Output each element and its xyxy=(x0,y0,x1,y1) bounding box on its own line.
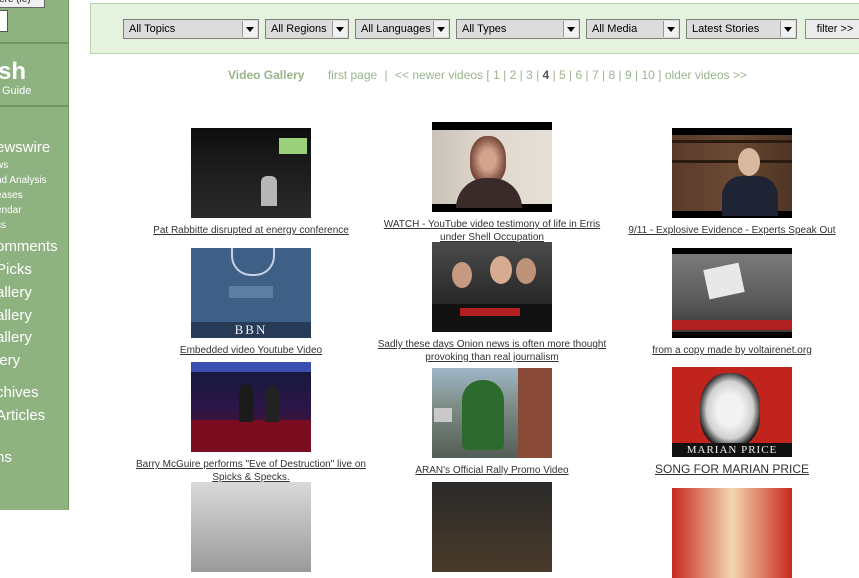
video-thumbnail[interactable] xyxy=(432,482,552,572)
video-item[interactable]: BBN Embedded video Youtube Video xyxy=(131,248,371,357)
video-thumbnail[interactable] xyxy=(191,482,311,572)
sort-select-value: Latest Stories xyxy=(692,23,760,35)
topics-select[interactable]: All Topics xyxy=(123,19,259,39)
video-thumbnail[interactable] xyxy=(432,368,552,458)
pager-close-bracket: ] xyxy=(658,68,662,82)
pagination: Video Gallery first page | << newer vide… xyxy=(228,68,747,82)
sidebar-item-gallery-2[interactable]: allery xyxy=(0,307,32,324)
sidebar-item-picks[interactable]: Picks xyxy=(0,261,32,278)
types-select[interactable]: All Types xyxy=(456,19,580,39)
chevron-down-icon xyxy=(563,21,578,37)
chevron-down-icon xyxy=(242,21,257,37)
first-page-link[interactable]: first page xyxy=(328,68,377,82)
sidebar-item-archives[interactable]: chives xyxy=(0,384,39,401)
sidebar-item-gallery-4[interactable]: lery xyxy=(0,352,20,369)
video-item[interactable]: from a copy made by voltairenet.org xyxy=(612,248,852,357)
video-item[interactable]: Barry McGuire performs "Eve of Destructi… xyxy=(131,362,371,484)
video-thumbnail[interactable]: BBN xyxy=(191,248,311,338)
video-item[interactable]: Sadly these days Onion news is often mor… xyxy=(372,242,612,364)
search-box[interactable] xyxy=(0,10,8,32)
sidebar-item-press[interactable]: ss xyxy=(0,220,6,231)
video-thumbnail[interactable] xyxy=(672,248,792,338)
sidebar-item-newswire[interactable]: ewswire xyxy=(0,139,50,156)
page-link-6[interactable]: 6 xyxy=(576,68,583,82)
video-caption-link[interactable]: Embedded video Youtube Video xyxy=(131,344,371,357)
thumbnail-overlay-text: BBN xyxy=(191,322,311,338)
video-caption-link[interactable]: Barry McGuire performs "Eve of Destructi… xyxy=(131,458,371,484)
video-item[interactable]: Pat Rabbitte disrupted at energy confere… xyxy=(131,128,371,237)
page-link-1[interactable]: 1 xyxy=(493,68,500,82)
sidebar-item-articles[interactable]: Articles xyxy=(0,407,45,424)
video-thumbnail[interactable] xyxy=(432,242,552,332)
video-item[interactable]: WATCH - YouTube video testimony of life … xyxy=(372,122,612,244)
video-caption-link[interactable]: ARAN's Official Rally Promo Video xyxy=(372,464,612,477)
filter-bar: All Topics All Regions All Languages All… xyxy=(90,3,859,54)
languages-select-value: All Languages xyxy=(361,23,431,35)
video-thumbnail[interactable] xyxy=(191,128,311,218)
video-caption-link[interactable]: Pat Rabbitte disrupted at energy confere… xyxy=(131,224,371,237)
video-item[interactable]: 9/11 - Explosive Evidence - Experts Spea… xyxy=(612,128,852,237)
types-select-value: All Types xyxy=(462,23,507,35)
sidebar-edge xyxy=(68,0,69,510)
language-button[interactable]: ere (ie) xyxy=(0,0,45,8)
sort-select[interactable]: Latest Stories xyxy=(686,19,797,39)
chevron-down-icon xyxy=(433,21,448,37)
video-item[interactable] xyxy=(612,488,852,578)
left-sidebar: ere (ie) sh Guide ewswire ws nd Analysis… xyxy=(0,0,69,510)
languages-select[interactable]: All Languages xyxy=(355,19,450,39)
site-logo[interactable]: sh xyxy=(0,58,26,86)
sidebar-item-gallery-3[interactable]: allery xyxy=(0,329,32,346)
sidebar-item-comments[interactable]: omments xyxy=(0,238,58,255)
regions-select[interactable]: All Regions xyxy=(265,19,349,39)
gallery-title: Video Gallery xyxy=(228,68,305,82)
page-current: 4 xyxy=(542,68,550,82)
sidebar-item-calendar[interactable]: endar xyxy=(0,205,22,216)
page-link-10[interactable]: 10 xyxy=(641,68,654,82)
media-select[interactable]: All Media xyxy=(586,19,680,39)
page-link-2[interactable]: 2 xyxy=(510,68,517,82)
video-item[interactable]: MARIAN PRICE SONG FOR MARIAN PRICE xyxy=(612,367,852,476)
chevron-down-icon xyxy=(663,21,678,37)
sidebar-item-gallery-1[interactable]: allery xyxy=(0,284,32,301)
video-thumbnail[interactable] xyxy=(432,122,552,212)
video-thumbnail[interactable] xyxy=(191,362,311,452)
filter-button[interactable]: filter >> xyxy=(805,19,859,39)
page-link-7[interactable]: 7 xyxy=(592,68,599,82)
topics-select-value: All Topics xyxy=(129,23,176,35)
sidebar-divider xyxy=(0,42,69,44)
page-link-3[interactable]: 3 xyxy=(526,68,533,82)
page-link-5[interactable]: 5 xyxy=(559,68,566,82)
page-link-8[interactable]: 8 xyxy=(608,68,615,82)
pager-open-bracket: [ xyxy=(486,68,490,82)
chevron-down-icon xyxy=(332,21,347,37)
pager-separator: | xyxy=(384,68,388,82)
video-item[interactable] xyxy=(372,482,612,572)
video-item[interactable] xyxy=(131,482,371,572)
page-link-9[interactable]: 9 xyxy=(625,68,632,82)
video-thumbnail[interactable]: MARIAN PRICE xyxy=(672,367,792,457)
sidebar-item-releases[interactable]: eases xyxy=(0,190,23,201)
regions-select-value: All Regions xyxy=(271,23,327,35)
video-caption-link[interactable]: WATCH - YouTube video testimony of life … xyxy=(372,218,612,244)
thumbnail-overlay-text: MARIAN PRICE xyxy=(672,443,792,457)
sidebar-item-analysis[interactable]: nd Analysis xyxy=(0,175,47,186)
media-select-value: All Media xyxy=(592,23,638,35)
sidebar-item-campaigns[interactable]: ns xyxy=(0,449,12,466)
sidebar-divider xyxy=(0,105,69,107)
video-caption-link[interactable]: from a copy made by voltairenet.org xyxy=(612,344,852,357)
video-item[interactable]: ARAN's Official Rally Promo Video xyxy=(372,368,612,477)
sidebar-item-news[interactable]: ws xyxy=(0,160,8,171)
chevron-down-icon xyxy=(780,21,795,37)
site-guide-link[interactable]: Guide xyxy=(2,85,31,97)
newer-videos-link[interactable]: << newer videos xyxy=(395,68,483,82)
older-videos-link[interactable]: older videos >> xyxy=(665,68,747,82)
video-thumbnail[interactable] xyxy=(672,488,792,578)
video-caption-link[interactable]: SONG FOR MARIAN PRICE xyxy=(612,463,852,476)
video-caption-link[interactable]: Sadly these days Onion news is often mor… xyxy=(372,338,612,364)
video-thumbnail[interactable] xyxy=(672,128,792,218)
seal-icon xyxy=(231,248,275,276)
video-caption-link[interactable]: 9/11 - Explosive Evidence - Experts Spea… xyxy=(612,224,852,237)
